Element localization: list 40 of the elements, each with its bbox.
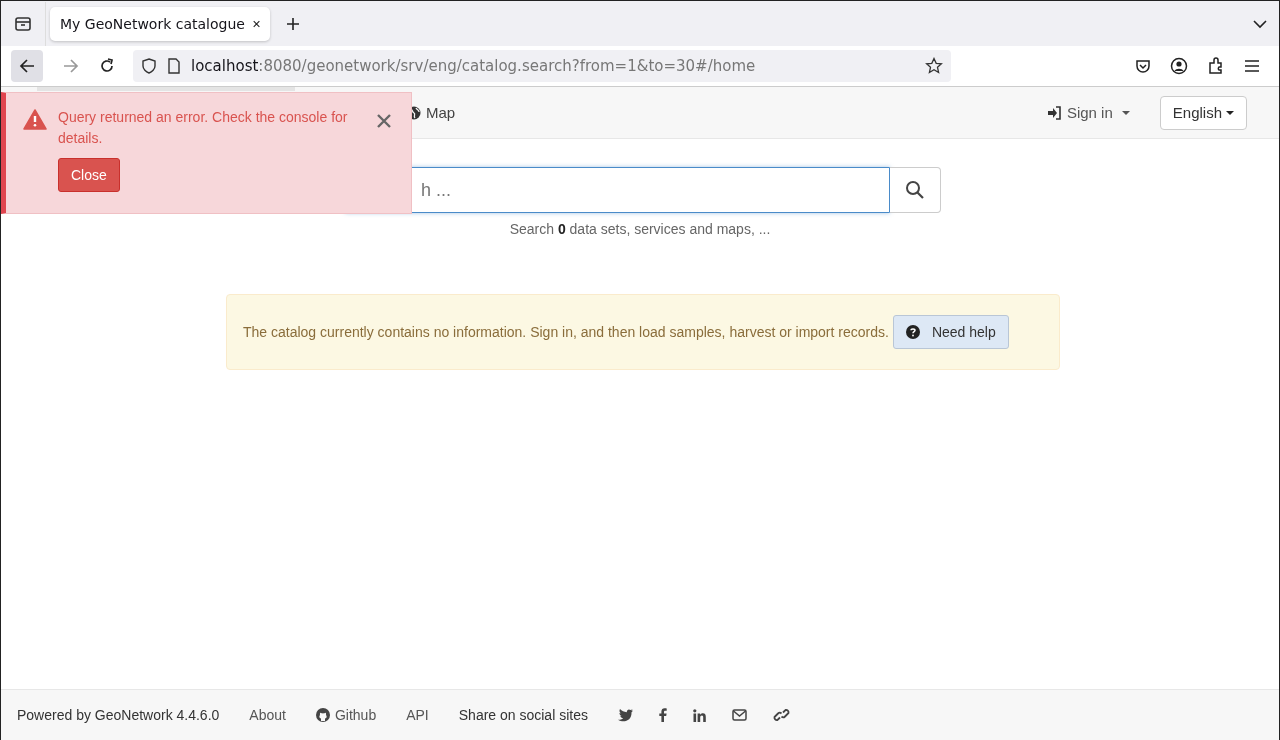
sign-in-link[interactable]: Sign in bbox=[1046, 104, 1130, 121]
account-icon[interactable] bbox=[1170, 57, 1188, 75]
footer-link[interactable]: About bbox=[249, 707, 286, 723]
shield-icon bbox=[141, 58, 157, 74]
pocket-icon[interactable] bbox=[1135, 58, 1151, 74]
alert-message: The catalog currently contains no information. Sign in, and then load samples, harvest or import records. bbox=[243, 324, 889, 340]
address-bar[interactable]: localhost:8080/geonetwork/srv/eng/catalog.search?from=1&to=30#/home bbox=[133, 50, 951, 82]
close-button[interactable]: Close bbox=[58, 158, 120, 192]
page-icon bbox=[167, 58, 181, 74]
close-icon[interactable] bbox=[252, 18, 260, 29]
menu-icon[interactable] bbox=[1244, 59, 1260, 73]
powered-by-text: Powered by GeoNetwork 4.4.6.0 bbox=[17, 707, 220, 723]
email-icon[interactable] bbox=[731, 709, 747, 721]
warning-icon bbox=[23, 109, 47, 130]
github-icon bbox=[315, 708, 330, 722]
question-icon bbox=[905, 325, 920, 339]
chevron-down-icon[interactable] bbox=[1253, 18, 1267, 29]
close-icon[interactable] bbox=[377, 114, 391, 128]
bird-icon[interactable] bbox=[617, 708, 633, 722]
reload-icon[interactable] bbox=[99, 58, 115, 74]
search-button[interactable] bbox=[890, 167, 941, 213]
in-letter-icon[interactable] bbox=[692, 708, 706, 722]
error-message: Query returned an error. Check the console for details. bbox=[58, 108, 349, 148]
share-label: Share on social sites bbox=[458, 707, 588, 723]
star-icon[interactable] bbox=[925, 57, 943, 75]
extensions-icon[interactable] bbox=[1207, 57, 1225, 75]
search-summary: Search 0 data sets, services and maps, ... bbox=[508, 221, 772, 237]
sign-in-icon bbox=[1046, 105, 1062, 120]
f-letter-icon[interactable] bbox=[658, 708, 667, 722]
search-icon bbox=[905, 180, 925, 200]
browser-tab[interactable]: My GeoNetwork catalogue bbox=[50, 6, 270, 41]
forward-icon[interactable] bbox=[63, 58, 79, 74]
language-dropdown[interactable]: English bbox=[1159, 95, 1247, 130]
help-button[interactable]: Need help bbox=[892, 315, 1009, 349]
back-icon[interactable] bbox=[11, 50, 43, 82]
url-text: localhost:8080/geonetwork/srv/eng/catalog.search?from=1&to=30#/home bbox=[191, 57, 756, 75]
footer-link[interactable]: API bbox=[406, 707, 429, 723]
footer-link[interactable]: Github bbox=[315, 707, 377, 723]
new-tab-icon[interactable] bbox=[286, 16, 300, 31]
link-icon[interactable] bbox=[772, 708, 790, 722]
